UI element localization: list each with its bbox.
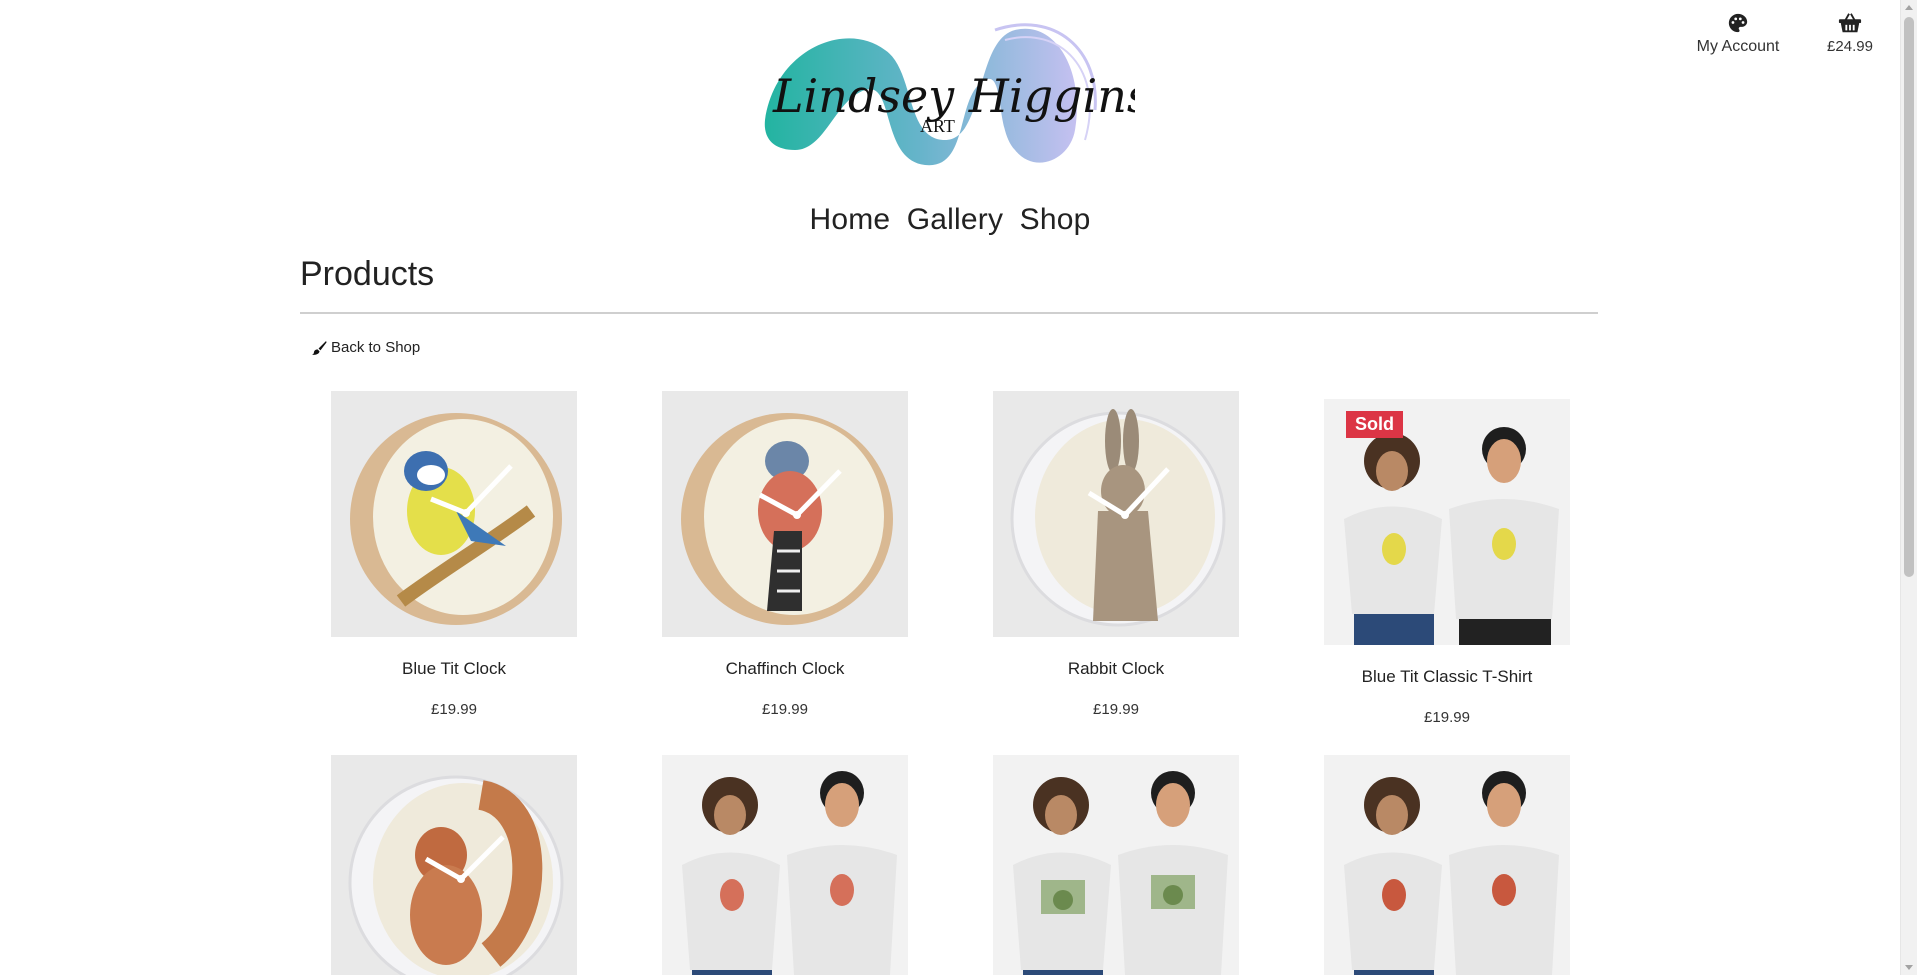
product-price: £19.99 bbox=[1424, 709, 1470, 726]
product-card[interactable] bbox=[993, 755, 1239, 975]
back-to-shop-link[interactable]: Back to Shop bbox=[312, 339, 420, 356]
logo-subtext: ART bbox=[920, 116, 955, 136]
product-image[interactable] bbox=[993, 755, 1239, 975]
cart-link[interactable]: £24.99 bbox=[1820, 12, 1880, 56]
product-card[interactable]: Rabbit Clock £19.99 bbox=[993, 391, 1239, 718]
palette-icon bbox=[1728, 13, 1748, 33]
sold-badge: Sold bbox=[1346, 411, 1403, 438]
nav-home[interactable]: Home bbox=[809, 203, 890, 237]
products-section: Products Back to Shop Blue Tit Clock £19… bbox=[300, 255, 1598, 975]
vertical-scrollbar[interactable] bbox=[1900, 0, 1917, 975]
paint-brush-icon bbox=[312, 340, 327, 355]
scrollbar-thumb[interactable] bbox=[1904, 17, 1914, 577]
main-nav: Home Gallery Shop bbox=[0, 203, 1900, 237]
product-card[interactable] bbox=[662, 755, 908, 975]
product-image[interactable]: Sold bbox=[1324, 399, 1570, 645]
product-image[interactable] bbox=[1324, 755, 1570, 975]
product-image[interactable] bbox=[662, 755, 908, 975]
product-name[interactable]: Blue Tit Clock bbox=[331, 659, 577, 679]
logo-brush-graphic: Lindsey Higginson ART bbox=[764, 23, 1208, 166]
my-account-link[interactable]: My Account bbox=[1688, 12, 1788, 56]
scroll-up-arrow-icon[interactable] bbox=[1905, 5, 1913, 10]
product-card[interactable]: Sold Blue Tit Classic T-Shirt £19.99 bbox=[1324, 399, 1570, 726]
nav-shop[interactable]: Shop bbox=[1020, 203, 1091, 237]
product-price: £19.99 bbox=[431, 701, 477, 718]
product-card[interactable]: Chaffinch Clock £19.99 bbox=[662, 391, 908, 718]
basket-icon bbox=[1838, 13, 1862, 33]
product-price: £19.99 bbox=[1093, 701, 1139, 718]
product-name[interactable]: Rabbit Clock bbox=[993, 659, 1239, 679]
product-price: £19.99 bbox=[762, 701, 808, 718]
back-to-shop-label: Back to Shop bbox=[331, 339, 421, 356]
product-name[interactable]: Chaffinch Clock bbox=[662, 659, 908, 679]
title-divider bbox=[300, 312, 1598, 314]
product-image[interactable] bbox=[331, 755, 577, 975]
product-card[interactable] bbox=[331, 755, 577, 975]
cart-total: £24.99 bbox=[1827, 38, 1873, 55]
scroll-down-arrow-icon[interactable] bbox=[1905, 965, 1913, 970]
page: Lindsey Higginson ART My Account £24.99 … bbox=[0, 0, 1900, 975]
product-image[interactable] bbox=[993, 391, 1239, 637]
site-logo[interactable]: Lindsey Higginson ART bbox=[755, 10, 1208, 180]
product-image[interactable] bbox=[662, 391, 908, 637]
product-name[interactable]: Blue Tit Classic T-Shirt bbox=[1324, 667, 1570, 687]
logo-text: Lindsey Higginson bbox=[772, 69, 1135, 123]
product-card[interactable] bbox=[1324, 755, 1570, 975]
product-card[interactable]: Blue Tit Clock £19.99 bbox=[331, 391, 577, 718]
product-image[interactable] bbox=[331, 391, 577, 637]
nav-gallery[interactable]: Gallery bbox=[907, 203, 1003, 237]
my-account-label: My Account bbox=[1696, 38, 1780, 55]
page-title: Products bbox=[300, 255, 435, 293]
